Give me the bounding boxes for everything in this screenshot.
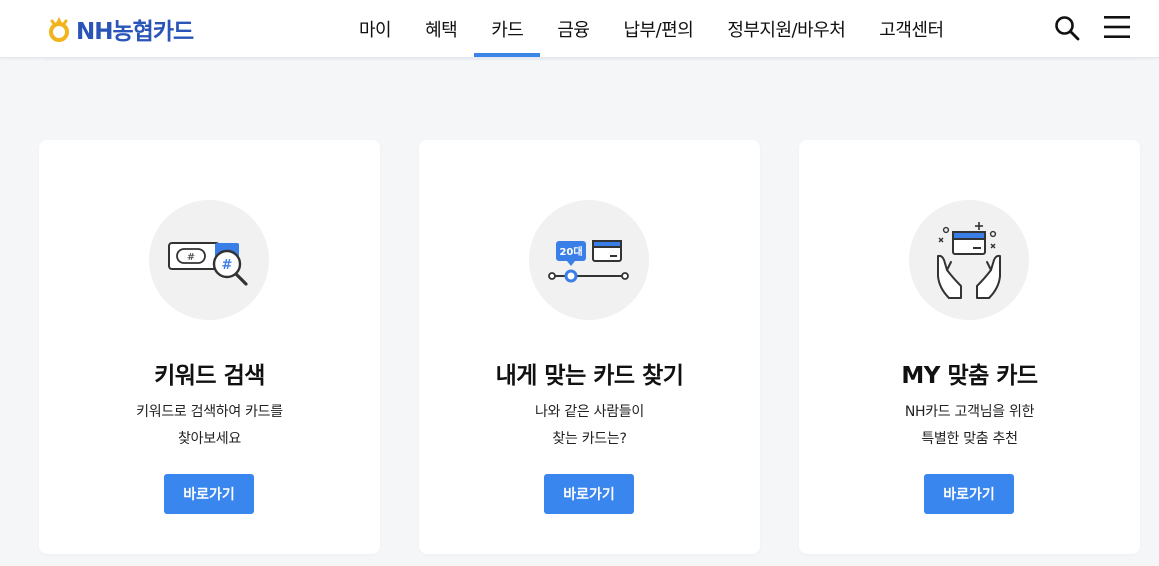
age-card-match-icon-wrap: 20대 xyxy=(529,200,649,320)
card-description: 특별한 맞춤 추천 xyxy=(921,431,1018,447)
keyword-search-icon-wrap: # # xyxy=(149,200,269,320)
nav-label: 금융 xyxy=(557,19,590,41)
svg-text:#: # xyxy=(222,258,233,273)
search-icon xyxy=(1055,16,1080,41)
card-description: 찾아보세요 xyxy=(178,431,241,447)
nav-item-card[interactable]: 카드 xyxy=(474,0,541,57)
search-button[interactable] xyxy=(1053,14,1081,42)
my-custom-card-card: MY 맞춤 카드 NH카드 고객님을 위한 특별한 맞춤 추천 바로가기 xyxy=(799,140,1140,554)
nav-item-customer-center[interactable]: 고객센터 xyxy=(862,0,960,57)
nav-label: 혜택 xyxy=(425,19,458,41)
nav-item-payment[interactable]: 납부/편의 xyxy=(607,0,711,57)
card-description: 나와 같은 사람들이 xyxy=(535,404,644,420)
card-description: 찾는 카드는? xyxy=(552,431,627,447)
nav-item-finance[interactable]: 금융 xyxy=(540,0,606,57)
hands-card-icon-wrap xyxy=(909,200,1029,320)
nh-card-logo[interactable]: NH농협카드 xyxy=(46,12,194,46)
card-description: NH카드 고객님을 위한 xyxy=(904,404,1035,420)
nav-label: 납부/편의 xyxy=(623,19,694,41)
card-title: MY 맞춤 카드 xyxy=(901,363,1038,389)
hamburger-menu-icon xyxy=(1104,16,1130,38)
hands-card-icon xyxy=(937,222,1001,299)
main-nav: 마이 혜택 카드 금융 납부/편의 정부지원/바우처 고객센터 xyxy=(342,0,961,57)
svg-text:20대: 20대 xyxy=(559,245,582,258)
nav-label: 카드 xyxy=(491,19,524,41)
top-header: NH농협카드 마이 혜택 카드 금융 납부/편의 정부지원/바우처 고객센터 xyxy=(0,0,1159,58)
nav-item-my[interactable]: 마이 xyxy=(342,0,408,57)
nav-label: 마이 xyxy=(359,19,392,41)
card-title: 내게 맞는 카드 찾기 xyxy=(495,363,684,389)
nav-item-benefits[interactable]: 혜택 xyxy=(408,0,474,57)
logo-text: NH농협카드 xyxy=(76,19,194,45)
go-button[interactable]: 바로가기 xyxy=(924,474,1014,514)
menu-button[interactable] xyxy=(1103,13,1131,41)
go-button[interactable]: 바로가기 xyxy=(164,474,254,514)
go-button[interactable]: 바로가기 xyxy=(544,474,634,514)
nav-label: 정부지원/바우처 xyxy=(727,19,846,41)
nav-label: 고객센터 xyxy=(879,19,944,41)
nh-logo-icon xyxy=(49,17,69,42)
keyword-search-icon: # # xyxy=(168,242,248,286)
card-title: 키워드 검색 xyxy=(154,363,265,389)
age-card-match-icon: 20대 xyxy=(548,240,629,283)
keyword-search-card: # # 키워드 검색 키워드로 검색하여 카드를 찾아보세요 바로가기 xyxy=(39,140,380,554)
header-divider xyxy=(44,58,1135,60)
nav-item-government-support[interactable]: 정부지원/바우처 xyxy=(710,0,862,57)
find-my-card-card: 20대 내게 맞는 카드 찾기 나와 같은 사람들이 찾는 카드는? 바로가기 xyxy=(419,140,760,554)
card-description: 키워드로 검색하여 카드를 xyxy=(136,404,283,420)
svg-text:#: # xyxy=(187,252,195,263)
